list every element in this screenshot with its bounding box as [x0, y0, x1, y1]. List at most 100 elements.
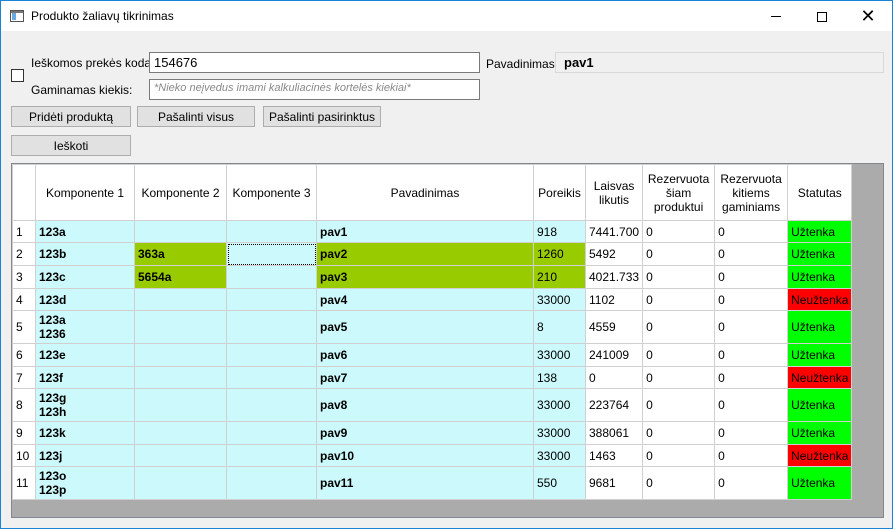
row-number[interactable]: 4	[12, 288, 36, 311]
cell-poreikis[interactable]: 33000	[533, 421, 586, 445]
cell-laisvas-likutis[interactable]: 5492	[584, 242, 644, 266]
header-poreikis[interactable]: Poreikis	[533, 164, 586, 221]
cell-pavadinimas[interactable]: pav2	[316, 242, 534, 266]
row-number[interactable]: 9	[12, 421, 36, 445]
header-rezervuota-kitiems[interactable]: Rezervuota kitiems gaminiams	[714, 164, 789, 221]
cell-statutas[interactable]: Neužtenka	[787, 366, 853, 389]
cell-poreikis[interactable]: 210	[533, 265, 586, 289]
cell-komponente-2[interactable]	[134, 388, 227, 422]
cell-poreikis[interactable]: 1260	[533, 242, 586, 266]
cell-statutas[interactable]: Neužtenka	[787, 444, 853, 467]
cell-statutas[interactable]: Užtenka	[787, 466, 853, 500]
cell-rezervuota-kitiems[interactable]: 0	[714, 444, 789, 467]
cell-statutas[interactable]: Užtenka	[787, 242, 853, 266]
cell-rezervuota-siam[interactable]: 0	[642, 366, 716, 389]
cell-laisvas-likutis[interactable]: 223764	[584, 388, 644, 422]
maximize-button[interactable]	[799, 1, 845, 32]
cell-laisvas-likutis[interactable]: 4559	[584, 310, 644, 344]
cell-komponente-2[interactable]	[134, 366, 227, 389]
cell-rezervuota-kitiems[interactable]: 0	[714, 421, 789, 445]
cell-komponente-3[interactable]	[226, 265, 317, 289]
cell-rezervuota-siam[interactable]: 0	[642, 220, 716, 243]
cell-komponente-3[interactable]	[226, 288, 317, 311]
cell-komponente-3[interactable]	[226, 366, 317, 389]
cell-rezervuota-kitiems[interactable]: 0	[714, 265, 789, 289]
cell-laisvas-likutis[interactable]: 388061	[584, 421, 644, 445]
cell-komponente-1[interactable]: 123k	[35, 421, 135, 445]
cell-rezervuota-siam[interactable]: 0	[642, 242, 716, 266]
row-number[interactable]: 1	[12, 220, 36, 243]
table-row[interactable]: 3 123c 5654a pav3 210 4021.733 0 0 Užtenka	[12, 265, 853, 289]
cell-laisvas-likutis[interactable]: 4021.733	[584, 265, 644, 289]
cell-pavadinimas[interactable]: pav10	[316, 444, 534, 467]
cell-laisvas-likutis[interactable]: 0	[584, 366, 644, 389]
cell-rezervuota-kitiems[interactable]: 0	[714, 343, 789, 367]
grid-corner[interactable]	[12, 164, 36, 221]
cell-statutas[interactable]: Užtenka	[787, 388, 853, 422]
row-number[interactable]: 3	[12, 265, 36, 289]
cell-pavadinimas[interactable]: pav6	[316, 343, 534, 367]
cell-komponente-3[interactable]	[226, 310, 317, 344]
cell-laisvas-likutis[interactable]: 1102	[584, 288, 644, 311]
cell-poreikis[interactable]: 138	[533, 366, 586, 389]
table-row[interactable]: 4 123d pav4 33000 1102 0 0 Neužtenka	[12, 288, 853, 311]
cell-komponente-1[interactable]: 123f	[35, 366, 135, 389]
cell-rezervuota-siam[interactable]: 0	[642, 288, 716, 311]
cell-pavadinimas[interactable]: pav3	[316, 265, 534, 289]
table-row[interactable]: 5 123a 1236 pav5 8 4559 0 0 Užtenka	[12, 310, 853, 344]
cell-laisvas-likutis[interactable]: 241009	[584, 343, 644, 367]
row-number[interactable]: 10	[12, 444, 36, 467]
cell-statutas[interactable]: Neužtenka	[787, 288, 853, 311]
cell-komponente-2[interactable]	[134, 288, 227, 311]
minimize-button[interactable]	[753, 1, 799, 32]
table-row[interactable]: 8 123g 123h pav8 33000 223764 0 0 Užtenka	[12, 388, 853, 422]
cell-statutas[interactable]: Užtenka	[787, 421, 853, 445]
cell-poreikis[interactable]: 918	[533, 220, 586, 243]
results-grid[interactable]: Komponente 1 Komponente 2 Komponente 3 P…	[11, 163, 884, 518]
cell-statutas[interactable]: Užtenka	[787, 220, 853, 243]
table-row[interactable]: 2 123b 363a pav2 1260 5492 0 0 Užtenka	[12, 242, 853, 266]
header-laisvas-likutis[interactable]: Laisvas likutis	[584, 164, 644, 221]
search-button[interactable]: Ieškoti	[11, 135, 131, 156]
cell-poreikis[interactable]: 33000	[533, 288, 586, 311]
cell-rezervuota-siam[interactable]: 0	[642, 265, 716, 289]
cell-laisvas-likutis[interactable]: 1463	[584, 444, 644, 467]
cell-pavadinimas[interactable]: pav11	[316, 466, 534, 500]
cell-pavadinimas[interactable]: pav5	[316, 310, 534, 344]
header-komponente-2[interactable]: Komponente 2	[134, 164, 227, 221]
cell-komponente-2[interactable]: 363a	[134, 242, 227, 266]
search-code-input[interactable]: 154676	[149, 52, 480, 73]
select-checkbox[interactable]	[11, 69, 24, 82]
header-statutas[interactable]: Statutas	[787, 164, 853, 221]
cell-komponente-2[interactable]	[134, 444, 227, 467]
cell-komponente-2[interactable]	[134, 310, 227, 344]
cell-rezervuota-kitiems[interactable]: 0	[714, 288, 789, 311]
title-bar[interactable]: Produkto žaliavų tikrinimas ✕	[1, 1, 892, 32]
cell-pavadinimas[interactable]: pav4	[316, 288, 534, 311]
header-pavadinimas[interactable]: Pavadinimas	[316, 164, 534, 221]
cell-komponente-1[interactable]: 123d	[35, 288, 135, 311]
cell-poreikis[interactable]: 33000	[533, 388, 586, 422]
cell-pavadinimas[interactable]: pav7	[316, 366, 534, 389]
cell-rezervuota-siam[interactable]: 0	[642, 343, 716, 367]
cell-komponente-3[interactable]	[226, 466, 317, 500]
row-number[interactable]: 7	[12, 366, 36, 389]
cell-komponente-2[interactable]	[134, 220, 227, 243]
cell-poreikis[interactable]: 33000	[533, 343, 586, 367]
cell-komponente-1[interactable]: 123a	[35, 220, 135, 243]
table-row[interactable]: 11 123o 123p pav11 550 9681 0 0 Užtenka	[12, 466, 853, 500]
cell-komponente-2[interactable]	[134, 421, 227, 445]
cell-rezervuota-siam[interactable]: 0	[642, 421, 716, 445]
cell-komponente-3[interactable]	[226, 444, 317, 467]
cell-komponente-2[interactable]: 5654a	[134, 265, 227, 289]
cell-rezervuota-siam[interactable]: 0	[642, 444, 716, 467]
cell-komponente-3[interactable]	[226, 220, 317, 243]
row-number[interactable]: 5	[12, 310, 36, 344]
cell-statutas[interactable]: Užtenka	[787, 265, 853, 289]
cell-komponente-1[interactable]: 123g 123h	[35, 388, 135, 422]
cell-komponente-1[interactable]: 123o 123p	[35, 466, 135, 500]
cell-statutas[interactable]: Užtenka	[787, 310, 853, 344]
cell-pavadinimas[interactable]: pav8	[316, 388, 534, 422]
cell-pavadinimas[interactable]: pav1	[316, 220, 534, 243]
row-number[interactable]: 8	[12, 388, 36, 422]
